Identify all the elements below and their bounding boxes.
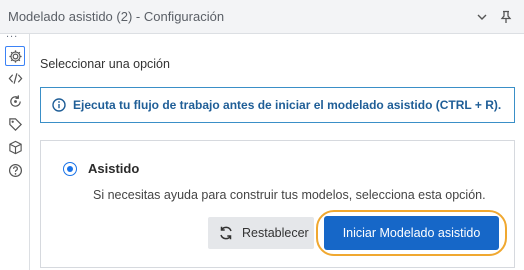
reset-button-label: Restablecer (242, 226, 309, 240)
gear-icon[interactable] (5, 46, 25, 66)
info-icon (52, 98, 66, 112)
section-heading: Seleccionar una opción (40, 57, 170, 71)
option-description: Si necesitas ayuda para construir tus mo… (93, 188, 486, 202)
cube-icon[interactable] (5, 137, 25, 157)
info-banner: Ejecuta tu flujo de trabajo antes de ini… (40, 87, 515, 123)
window-title: Modelado asistido (2) - Configuración (8, 9, 225, 24)
refresh-icon[interactable] (5, 91, 25, 111)
info-message: Ejecuta tu flujo de trabajo antes de ini… (73, 98, 502, 112)
tag-icon[interactable] (5, 114, 25, 134)
code-icon[interactable] (5, 68, 25, 88)
sidebar: ... (0, 28, 30, 270)
chevron-down-icon[interactable] (472, 7, 492, 27)
reset-button[interactable]: Restablecer (208, 217, 314, 249)
option-card-asistido: Asistido Si necesitas ayuda para constru… (40, 140, 515, 268)
title-bar: Modelado asistido (2) - Configuración (0, 0, 524, 34)
help-icon[interactable] (5, 160, 25, 180)
start-assisted-modeling-button[interactable]: Iniciar Modelado asistido (324, 216, 499, 250)
pin-icon[interactable] (496, 7, 516, 27)
main-panel: Seleccionar una opción Ejecuta tu flujo … (30, 34, 524, 270)
refresh-icon (220, 226, 232, 240)
start-button-label: Iniciar Modelado asistido (342, 226, 481, 240)
option-title: Asistido (88, 161, 140, 176)
sidebar-overflow: ... (6, 28, 19, 40)
asistido-radio[interactable] (63, 162, 77, 176)
